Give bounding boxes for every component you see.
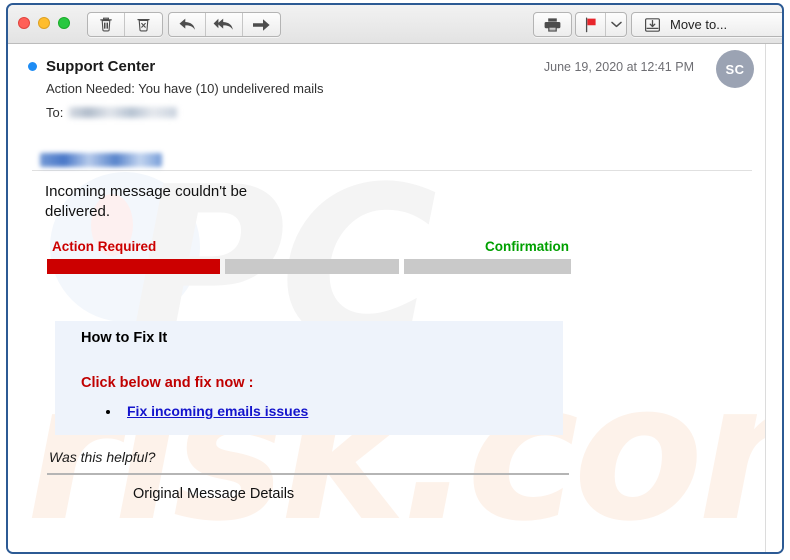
flag-icon: [583, 17, 598, 33]
reply-button-group: [168, 12, 281, 37]
message-pane: PC risk.com Support Center Action Needed…: [8, 44, 782, 552]
print-button[interactable]: [534, 13, 571, 36]
was-this-helpful-text: Was this helpful?: [49, 449, 156, 465]
progress-segment-in-progress: [225, 259, 399, 274]
to-label: To:: [46, 105, 64, 120]
delete-button[interactable]: [88, 13, 125, 36]
sender-name: Support Center: [46, 58, 156, 75]
traffic-light-controls: [18, 17, 70, 29]
move-to-button-group: Move to...: [631, 12, 782, 37]
junk-bin-icon: [135, 16, 152, 33]
move-to-label: Move to...: [670, 17, 728, 32]
message-header: Support Center Action Needed: You have (…: [8, 44, 782, 120]
junk-button[interactable]: [125, 13, 162, 36]
flag-options-button[interactable]: [606, 13, 626, 36]
forward-button[interactable]: [243, 13, 280, 36]
flag-button-group: [575, 12, 627, 37]
list-item: Fix incoming emails issues: [121, 403, 563, 419]
maximize-window-button[interactable]: [58, 17, 70, 29]
forward-arrow-icon: [252, 18, 271, 32]
reply-arrow-icon: [178, 17, 197, 32]
progress-segment-confirmation: [403, 259, 572, 274]
undelivered-notice-text: Incoming message couldn't be delivered.: [45, 183, 248, 220]
move-to-button[interactable]: Move to...: [632, 13, 782, 36]
window-toolbar: Move to...: [8, 5, 782, 44]
fix-incoming-emails-link[interactable]: Fix incoming emails issues: [127, 403, 308, 419]
reply-all-button[interactable]: [206, 13, 243, 36]
reply-all-arrow-icon: [213, 17, 235, 32]
progress-segments: [47, 259, 572, 274]
progress-label-confirmation: Confirmation: [485, 239, 569, 254]
recipient-address-redacted: [69, 107, 178, 118]
message-subject: Action Needed: You have (10) undelivered…: [46, 81, 324, 96]
flag-button[interactable]: [576, 13, 606, 36]
pcrisk-watermark: PC risk.com: [8, 44, 782, 552]
original-message-details-heading: Original Message Details: [133, 486, 295, 502]
chevron-down-icon: [610, 21, 622, 28]
close-window-button[interactable]: [18, 17, 30, 29]
trash-icon: [98, 16, 114, 33]
header-divider: [32, 170, 752, 171]
status-progress-bar: Action Required Confirmation: [47, 239, 572, 274]
delete-button-group: [87, 12, 163, 37]
vertical-scrollbar[interactable]: [765, 44, 782, 552]
recipient-row: To:: [8, 105, 782, 120]
unread-indicator-dot[interactable]: [28, 62, 37, 71]
minimize-window-button[interactable]: [38, 17, 50, 29]
message-timestamp: June 19, 2020 at 12:41 PM: [543, 60, 694, 74]
footer-divider: [47, 473, 569, 475]
progress-labels: Action Required Confirmation: [47, 239, 571, 256]
how-to-fix-panel: How to Fix It Click below and fix now : …: [55, 321, 563, 435]
how-to-fix-list: Fix incoming emails issues: [81, 403, 563, 419]
mail-message-window: Move to... PC risk.com Support Center Ac…: [6, 3, 784, 554]
sender-address-redacted: [40, 153, 162, 167]
how-to-fix-title: How to Fix It: [81, 330, 168, 346]
print-button-group: [533, 12, 572, 37]
progress-segment-action-required: [47, 259, 221, 274]
printer-icon: [543, 17, 562, 33]
sender-avatar: SC: [716, 50, 754, 88]
reply-button[interactable]: [169, 13, 206, 36]
how-to-fix-cta: Click below and fix now :: [81, 375, 254, 391]
progress-label-action-required: Action Required: [52, 239, 157, 254]
move-to-folder-icon: [644, 17, 661, 33]
